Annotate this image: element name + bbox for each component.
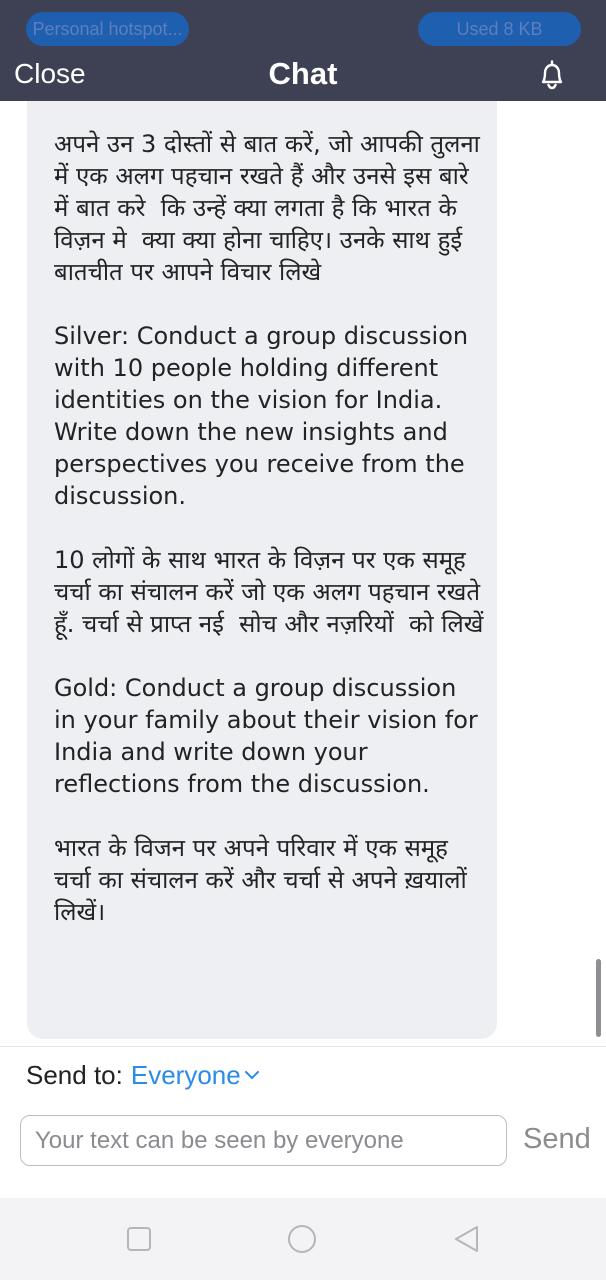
divider xyxy=(0,1046,606,1047)
data-usage-pill[interactable]: Used 8 KB xyxy=(418,12,581,46)
bell-icon[interactable] xyxy=(535,58,569,92)
send-button[interactable]: Send xyxy=(523,1123,591,1156)
message-input[interactable] xyxy=(20,1115,507,1166)
message-text: अपने उन 3 दोस्तों से बात करें, जो आपकी त… xyxy=(54,130,484,926)
square-icon[interactable] xyxy=(124,1224,154,1254)
system-nav-bar xyxy=(0,1198,606,1280)
hotspot-status-pill[interactable]: Personal hotspot... xyxy=(26,12,189,46)
send-to-label: Send to: xyxy=(26,1059,123,1090)
back-triangle-icon[interactable] xyxy=(452,1224,482,1254)
recipient-value: Everyone xyxy=(130,1059,241,1090)
chat-message-list[interactable]: अपने उन 3 दोस्तों से बात करें, जो आपकी त… xyxy=(0,101,606,1046)
scrollbar[interactable] xyxy=(596,959,601,1037)
chevron-down-icon xyxy=(244,1071,259,1079)
page-title: Chat xyxy=(268,56,338,91)
recipient-dropdown[interactable]: Everyone xyxy=(131,1060,261,1091)
chat-header: Personal hotspot... Used 8 KB Close Chat xyxy=(0,0,606,101)
send-to-row: Send to: Everyone xyxy=(26,1058,261,1092)
circle-icon[interactable] xyxy=(287,1224,317,1254)
